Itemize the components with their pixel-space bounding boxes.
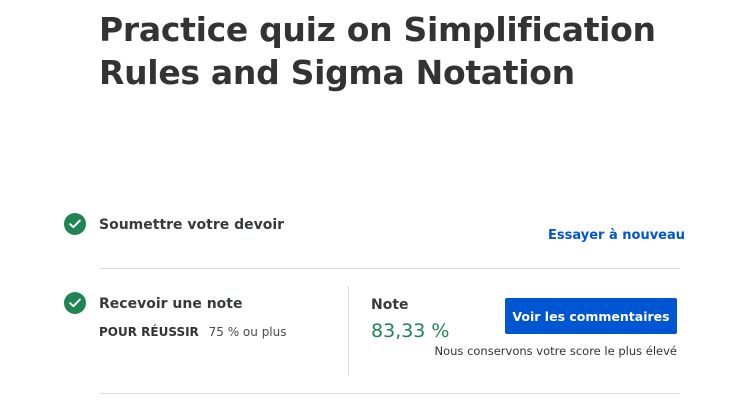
quiz-results-page: Practice quiz on Simplification Rules an…: [0, 0, 734, 409]
grade-step-title: Recevoir une note: [99, 296, 243, 312]
page-title: Practice quiz on Simplification Rules an…: [99, 10, 656, 92]
highest-score-note: Nous conservons votre score le plus élev…: [434, 344, 678, 358]
retry-link[interactable]: Essayer à nouveau: [548, 228, 685, 243]
check-circle-icon: [64, 213, 86, 235]
grade-value: 83,33 %: [371, 320, 450, 342]
vertical-divider: [348, 286, 349, 376]
grade-label: Note: [371, 297, 409, 313]
check-circle-icon: [64, 292, 86, 314]
divider: [99, 268, 680, 269]
submit-step-title: Soumettre votre devoir: [99, 217, 285, 233]
pass-value: 75 % ou plus: [208, 325, 287, 339]
view-feedback-button[interactable]: Voir les commentaires: [505, 298, 677, 334]
divider: [99, 393, 680, 394]
pass-label: POUR RÉUSSIR: [99, 325, 199, 339]
pass-requirement: POUR RÉUSSIR 75 % ou plus: [99, 325, 287, 339]
